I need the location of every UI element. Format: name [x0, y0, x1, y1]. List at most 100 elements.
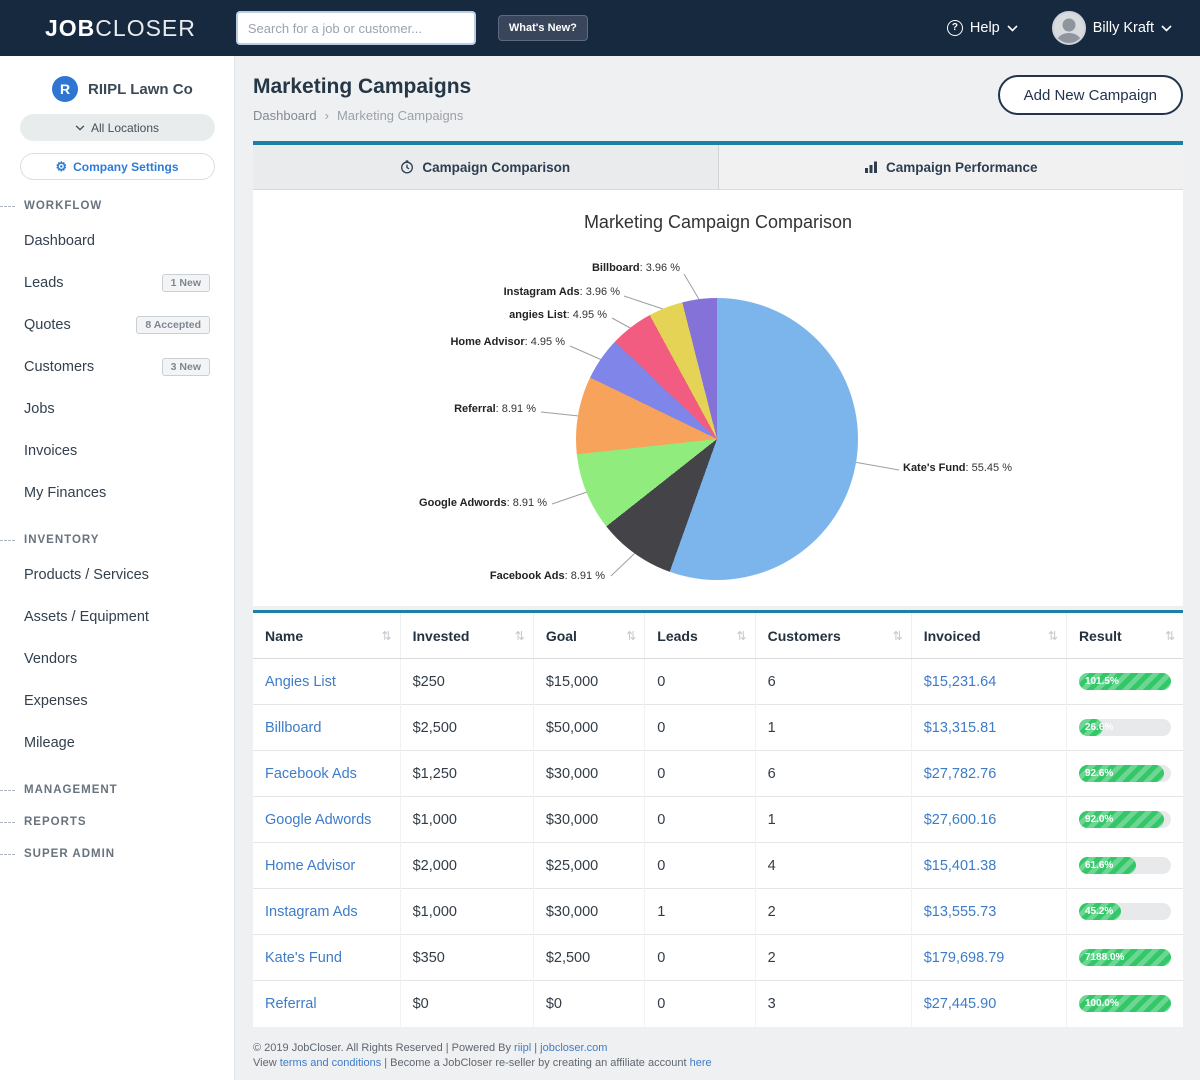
goal-cell: $0: [533, 981, 644, 1027]
customers-cell: 1: [755, 705, 911, 751]
sidebar-item-products-services[interactable]: Products / Services: [0, 554, 234, 596]
section-header-reports[interactable]: REPORTS: [0, 816, 234, 828]
add-new-campaign-button[interactable]: Add New Campaign: [998, 75, 1183, 115]
logo-text-light: CLOSER: [95, 15, 196, 41]
campaign-name-link[interactable]: Facebook Ads: [265, 766, 357, 782]
sidebar-item-mileage[interactable]: Mileage: [0, 722, 234, 764]
breadcrumb: Dashboard › Marketing Campaigns: [253, 108, 471, 123]
table-row: Kate's Fund $350 $2,500 0 2 $179,698.79 …: [253, 935, 1183, 981]
leads-cell: 0: [645, 705, 755, 751]
search-input[interactable]: [236, 11, 476, 45]
campaign-name-link[interactable]: Kate's Fund: [265, 950, 342, 966]
item-label: Quotes: [24, 317, 71, 333]
invested-cell: $1,000: [400, 797, 533, 843]
campaign-name-link[interactable]: Billboard: [265, 720, 321, 736]
customers-cell: 6: [755, 751, 911, 797]
pie-label-kates-fund: Kate's Fund: 55.45 %: [903, 462, 1012, 474]
result-cell: 26.6%: [1066, 705, 1183, 751]
top-navbar: JOBCLOSER What's New? ? Help Billy Kraft: [0, 0, 1200, 56]
progress-bar: 7188.0%: [1079, 949, 1171, 966]
invoiced-link[interactable]: $15,231.64: [924, 674, 997, 690]
sidebar-item-expenses[interactable]: Expenses: [0, 680, 234, 722]
sidebar-item-customers[interactable]: Customers3 New: [0, 346, 234, 388]
gear-icon: ⚙: [55, 159, 67, 175]
invoiced-link[interactable]: $13,315.81: [924, 720, 997, 736]
sidebar-item-leads[interactable]: Leads1 New: [0, 262, 234, 304]
campaign-name-link[interactable]: Google Adwords: [265, 812, 371, 828]
bar-chart-icon: [864, 160, 878, 174]
help-icon: ?: [947, 20, 963, 36]
item-label: Assets / Equipment: [24, 609, 149, 625]
terms-link[interactable]: terms and conditions: [280, 1057, 382, 1069]
pie-label-angies-list: angies List: 4.95 %: [509, 309, 607, 321]
column-header-leads[interactable]: Leads⇅: [645, 612, 755, 659]
tab-campaign-performance[interactable]: Campaign Performance: [718, 145, 1184, 189]
sort-icon: ⇅: [737, 629, 747, 643]
user-menu[interactable]: Billy Kraft: [1052, 11, 1172, 45]
locations-dropdown[interactable]: All Locations: [20, 114, 215, 141]
goal-cell: $2,500: [533, 935, 644, 981]
footer-line-1: © 2019 JobCloser. All Rights Reserved | …: [253, 1041, 1183, 1056]
page-title: Marketing Campaigns: [253, 75, 471, 99]
campaign-name-link[interactable]: Instagram Ads: [265, 904, 358, 920]
invoiced-link[interactable]: $15,401.38: [924, 858, 997, 874]
tab-campaign-comparison[interactable]: Campaign Comparison: [253, 145, 718, 189]
sidebar-item-invoices[interactable]: Invoices: [0, 430, 234, 472]
column-header-goal[interactable]: Goal⇅: [533, 612, 644, 659]
item-label: Expenses: [24, 693, 88, 709]
column-header-invoiced[interactable]: Invoiced⇅: [911, 612, 1066, 659]
column-header-name[interactable]: Name⇅: [253, 612, 400, 659]
campaign-name-link[interactable]: Angies List: [265, 674, 336, 690]
affiliate-link[interactable]: here: [690, 1057, 712, 1069]
sidebar-item-assets-equipment[interactable]: Assets / Equipment: [0, 596, 234, 638]
tab-label: Campaign Performance: [886, 160, 1038, 175]
invested-cell: $350: [400, 935, 533, 981]
campaigns-table: Name⇅ Invested⇅ Goal⇅ Leads⇅ Customers⇅ …: [253, 610, 1183, 1027]
column-header-customers[interactable]: Customers⇅: [755, 612, 911, 659]
chevron-down-icon: [75, 125, 85, 131]
customers-cell: 2: [755, 889, 911, 935]
result-cell: 7188.0%: [1066, 935, 1183, 981]
pie-label-instagram-ads: Instagram Ads: 3.96 %: [504, 286, 620, 298]
pie-chart[interactable]: [576, 298, 858, 580]
campaign-name-link[interactable]: Referral: [265, 996, 317, 1012]
item-label: Mileage: [24, 735, 75, 751]
jobcloser-link[interactable]: jobcloser.com: [540, 1042, 607, 1054]
sidebar-item-dashboard[interactable]: Dashboard: [0, 220, 234, 262]
sidebar-item-my-finances[interactable]: My Finances: [0, 472, 234, 514]
company-settings-button[interactable]: ⚙ Company Settings: [20, 153, 215, 180]
item-label: Leads: [24, 275, 64, 291]
column-header-result[interactable]: Result⇅: [1066, 612, 1183, 659]
riipl-link[interactable]: riipl: [514, 1042, 531, 1054]
leads-cell: 0: [645, 751, 755, 797]
section-header-workflow: WORKFLOW: [0, 200, 234, 212]
section-header-super-admin[interactable]: SUPER ADMIN: [0, 848, 234, 860]
app-logo[interactable]: JOBCLOSER: [45, 15, 196, 42]
sidebar-item-vendors[interactable]: Vendors: [0, 638, 234, 680]
whats-new-button[interactable]: What's New?: [498, 15, 588, 41]
breadcrumb-dashboard[interactable]: Dashboard: [253, 108, 317, 123]
invoiced-link[interactable]: $27,445.90: [924, 996, 997, 1012]
section-header-management[interactable]: MANAGEMENT: [0, 784, 234, 796]
goal-cell: $30,000: [533, 797, 644, 843]
pie-label-google-adwords: Google Adwords: 8.91 %: [419, 497, 547, 509]
sort-icon: ⇅: [1165, 629, 1175, 643]
help-menu[interactable]: ? Help: [947, 20, 1018, 36]
sidebar-nav: WORKFLOW Dashboard Leads1 New Quotes8 Ac…: [0, 200, 234, 860]
company-logo: R: [52, 76, 78, 102]
customers-badge: 3 New: [162, 358, 210, 376]
leads-cell: 1: [645, 889, 755, 935]
sort-icon: ⇅: [382, 629, 392, 643]
invoiced-link[interactable]: $27,600.16: [924, 812, 997, 828]
customers-cell: 2: [755, 935, 911, 981]
column-header-invested[interactable]: Invested⇅: [400, 612, 533, 659]
pie-label-referral: Referral: 8.91 %: [454, 403, 536, 415]
invoiced-link[interactable]: $179,698.79: [924, 950, 1005, 966]
table-row: Angies List $250 $15,000 0 6 $15,231.64 …: [253, 659, 1183, 705]
invoiced-link[interactable]: $13,555.73: [924, 904, 997, 920]
campaign-name-link[interactable]: Home Advisor: [265, 858, 355, 874]
sidebar-item-quotes[interactable]: Quotes8 Accepted: [0, 304, 234, 346]
table-row: Google Adwords $1,000 $30,000 0 1 $27,60…: [253, 797, 1183, 843]
invoiced-link[interactable]: $27,782.76: [924, 766, 997, 782]
sidebar-item-jobs[interactable]: Jobs: [0, 388, 234, 430]
